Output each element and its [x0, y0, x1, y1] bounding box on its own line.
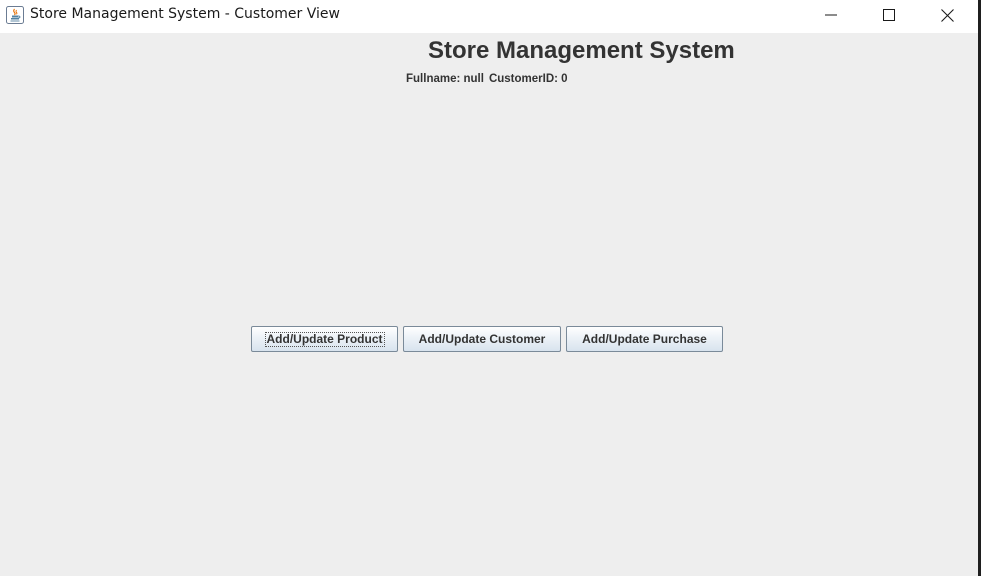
window-title: Store Management System - Customer View: [30, 6, 340, 22]
page-title: Store Management System: [428, 37, 735, 64]
add-update-purchase-button[interactable]: Add/Update Purchase: [566, 326, 723, 352]
add-update-customer-button[interactable]: Add/Update Customer: [403, 326, 561, 352]
close-icon: [940, 8, 954, 22]
content-panel: Store Management System Fullname: null Cu…: [0, 33, 978, 576]
fullname-label: Fullname: null: [406, 73, 484, 85]
add-update-product-button[interactable]: Add/Update Product: [251, 326, 398, 352]
add-update-product-label: Add/Update Product: [264, 331, 385, 347]
minimize-icon: [825, 14, 837, 16]
maximize-icon: [883, 9, 895, 21]
add-update-purchase-label: Add/Update Purchase: [582, 332, 707, 346]
minimize-button[interactable]: [802, 0, 860, 30]
java-app-icon: [6, 6, 24, 24]
title-bar[interactable]: Store Management System - Customer View: [0, 0, 978, 33]
customer-info: Fullname: null CustomerID: 0: [406, 73, 568, 85]
application-window: Store Management System - Customer View …: [0, 0, 981, 576]
add-update-customer-label: Add/Update Customer: [418, 332, 546, 346]
customer-id-label: CustomerID: 0: [488, 73, 568, 85]
maximize-button[interactable]: [860, 0, 918, 30]
close-button[interactable]: [918, 0, 976, 30]
